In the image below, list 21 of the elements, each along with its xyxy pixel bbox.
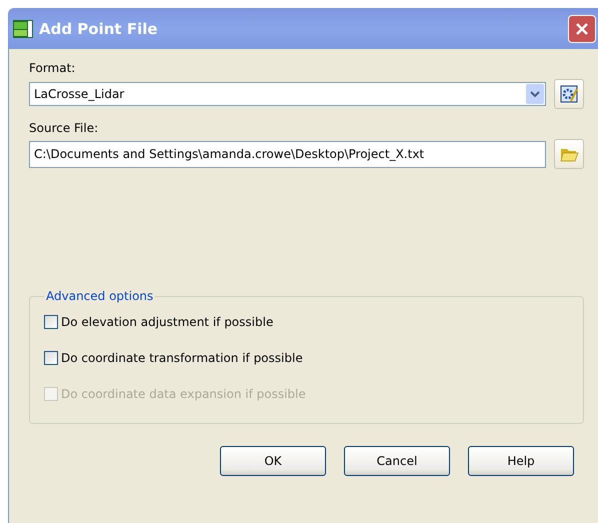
checkbox-box[interactable] — [44, 351, 58, 365]
app-icon — [13, 20, 33, 38]
chevron-down-icon — [530, 90, 540, 98]
settings-button[interactable] — [554, 79, 584, 109]
gear-pencil-icon — [559, 84, 579, 104]
format-label: Format: — [29, 61, 76, 75]
option-checkbox[interactable]: Do coordinate transformation if possible — [44, 351, 573, 365]
close-icon — [574, 21, 590, 37]
dialog-button[interactable]: OK — [220, 446, 326, 476]
folder-button[interactable] — [554, 139, 584, 169]
dropdown-arrow-button[interactable] — [526, 84, 544, 104]
checkbox-box[interactable] — [44, 315, 58, 329]
close-button[interactable] — [568, 15, 596, 43]
dialog-button[interactable]: Help — [468, 446, 574, 476]
dialog-button[interactable]: Cancel — [344, 446, 450, 476]
window-title: Add Point File — [39, 20, 159, 38]
format-dropdown[interactable]: LaCrosse_Lidar — [29, 82, 546, 106]
source-file-label: Source File: — [29, 121, 100, 135]
option-checkbox[interactable]: Do elevation adjustment if possible — [44, 315, 573, 329]
group-title: Advanced options — [45, 289, 154, 303]
source-file-field[interactable]: C:\Documents and Settings\amanda.crowe\Desktop\Project_X.txt — [29, 140, 546, 168]
